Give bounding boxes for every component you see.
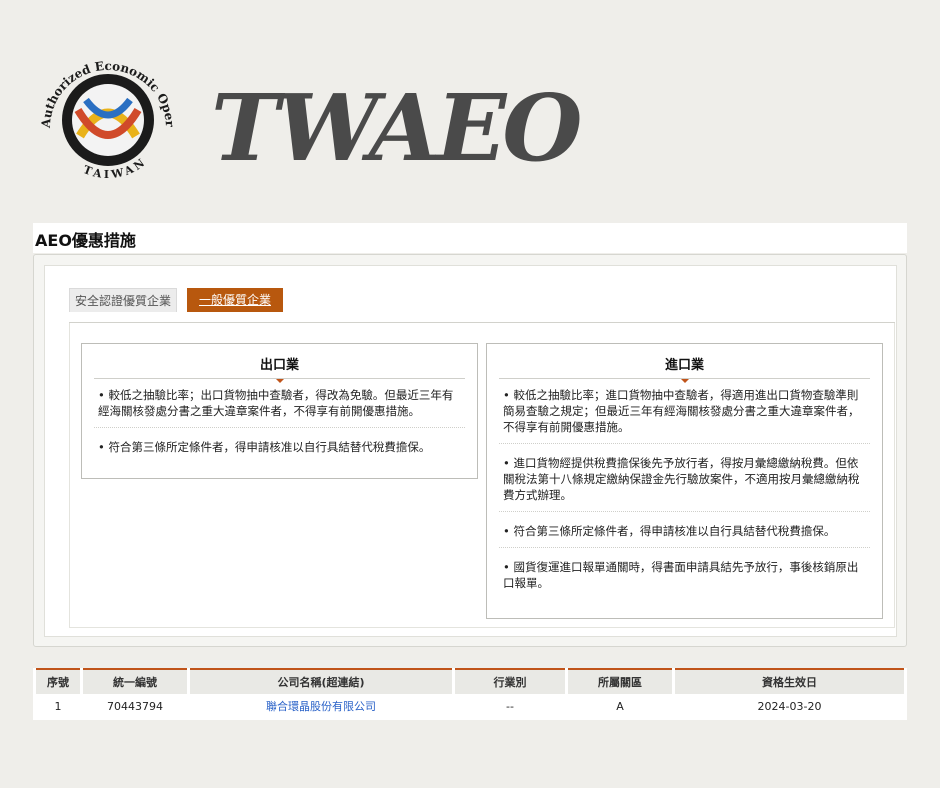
- cell-tax-id: 70443794: [107, 699, 163, 713]
- benefits-panel: 安全認證優質企業 一般優質企業 出口業 • 較低之抽驗比率；出口貨物抽中查驗者，…: [33, 254, 907, 647]
- tab-security-certified[interactable]: 安全認證優質企業: [69, 288, 177, 312]
- column-header-effective-date: 資格生效日: [675, 668, 904, 694]
- list-item: • 進口貨物經提供稅費擔保後先予放行者，得按月彙總繳納稅費。但依關稅法第十八條規…: [499, 452, 870, 512]
- logo-area: Authorized Economic Operator TAIWAN TWAE…: [28, 40, 588, 200]
- company-name-link[interactable]: 聯合環晶股份有限公司: [190, 694, 452, 718]
- list-item: • 較低之抽驗比率；出口貨物抽中查驗者，得改為免驗。但最近三年有經海關核發處分書…: [94, 384, 465, 428]
- column-header-index: 序號: [36, 668, 80, 694]
- table-row: 1 70443794 聯合環晶股份有限公司 -- A 2024-03-20: [36, 694, 904, 718]
- list-item: • 符合第三條所定條件者，得申請核准以自行具結替代稅費擔保。: [98, 440, 431, 454]
- export-benefit-list: • 較低之抽驗比率；出口貨物抽中查驗者，得改為免驗。但最近三年有經海關核發處分書…: [94, 384, 465, 471]
- twaeo-wordmark: TWAEO: [211, 74, 586, 178]
- column-header-industry: 行業別: [455, 668, 565, 694]
- company-table: 序號 統一編號 公司名稱(超連結) 行業別 所屬關區 資格生效日 1 70443…: [33, 668, 907, 720]
- list-item: • 國貨復運進口報單通關時，得書面申請具結先予放行，事後核銷原出口報單。: [503, 560, 859, 590]
- import-card-title: 進口業: [664, 358, 704, 373]
- caret-down-icon: [275, 379, 284, 383]
- page-title: AEO優惠措施: [35, 231, 136, 250]
- export-card-title: 出口業: [259, 358, 299, 373]
- section-header: AEO優惠措施: [33, 223, 907, 253]
- cell-index: 1: [54, 699, 62, 713]
- cell-industry: --: [506, 699, 514, 713]
- column-header-company-name: 公司名稱(超連結): [190, 668, 452, 694]
- aeo-seal-logo: Authorized Economic Operator TAIWAN: [28, 40, 177, 181]
- import-card: 進口業 • 較低之抽驗比率；進口貨物抽中查驗者，得適用進出口貨物查驗準則簡易查驗…: [486, 343, 883, 619]
- company-table-grid: 序號 統一編號 公司名稱(超連結) 行業別 所屬關區 資格生效日 1 70443…: [33, 668, 907, 718]
- list-item: • 較低之抽驗比率；進口貨物抽中查驗者，得適用進出口貨物查驗準則簡易查驗之規定；…: [499, 384, 870, 444]
- export-card: 出口業 • 較低之抽驗比率；出口貨物抽中查驗者，得改為免驗。但最近三年有經海關核…: [81, 343, 478, 479]
- cell-effective-date: 2024-03-20: [757, 699, 822, 713]
- cell-customs-district: A: [616, 699, 624, 713]
- table-header-row: 序號 統一編號 公司名稱(超連結) 行業別 所屬關區 資格生效日: [36, 668, 904, 694]
- tab-general-certified[interactable]: 一般優質企業: [187, 288, 283, 312]
- column-header-tax-id: 統一編號: [83, 668, 187, 694]
- import-benefit-list: • 較低之抽驗比率；進口貨物抽中查驗者，得適用進出口貨物查驗準則簡易查驗之規定；…: [499, 384, 870, 607]
- list-item: • 符合第三條所定條件者，得申請核准以自行具結替代稅費擔保。: [499, 520, 870, 548]
- column-header-customs-district: 所屬關區: [568, 668, 672, 694]
- svg-text:TWAEO: TWAEO: [211, 74, 582, 178]
- caret-down-icon: [680, 379, 689, 383]
- benefits-inner: 安全認證優質企業 一般優質企業 出口業 • 較低之抽驗比率；出口貨物抽中查驗者，…: [44, 265, 897, 637]
